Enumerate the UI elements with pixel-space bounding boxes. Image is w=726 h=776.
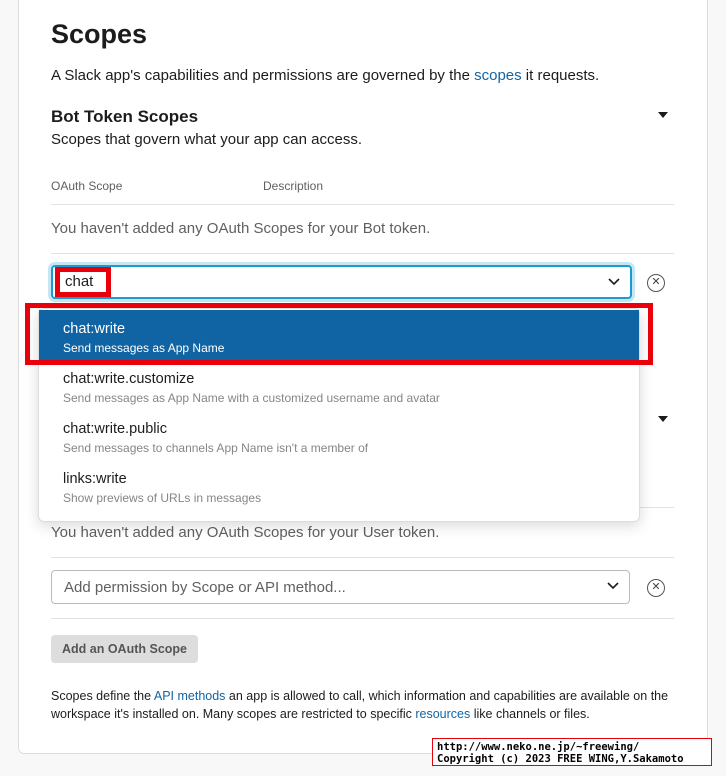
collapse-user-section-icon[interactable]	[658, 416, 668, 422]
remove-scope-icon[interactable]: ✕	[647, 274, 665, 292]
copyright-credit: http://www.neko.ne.jp/~freewing/ Copyrig…	[432, 738, 712, 766]
divider	[51, 557, 674, 558]
credit-url: http://www.neko.ne.jp/~freewing/	[437, 741, 640, 753]
option-description: Send messages to channels App Name isn't…	[63, 441, 369, 455]
intro-suffix: it requests.	[521, 67, 600, 84]
credit-copyright: Copyright (c) 2023 FREE WING,Y.Sakamoto	[437, 753, 684, 765]
dropdown-option[interactable]: chat:write.public Send messages to chann…	[39, 410, 639, 460]
option-name: chat:write.customize	[63, 371, 195, 387]
footer-text-1: Scopes define the	[51, 689, 154, 703]
scopes-footer-note: Scopes define the API methods an app is …	[51, 687, 671, 723]
api-methods-link[interactable]: API methods	[154, 689, 226, 703]
bot-empty-message: You haven't added any OAuth Scopes for y…	[51, 220, 431, 237]
column-header-oauth-scope: OAuth Scope	[51, 179, 123, 193]
search-highlight-box	[55, 267, 111, 297]
dropdown-option[interactable]: chat:write.customize Send messages as Ap…	[39, 360, 639, 410]
option-name: links:write	[63, 471, 127, 487]
scopes-intro: A Slack app's capabilities and permissio…	[51, 66, 599, 86]
option-description: Send messages as App Name with a customi…	[63, 391, 440, 405]
page-title: Scopes	[51, 19, 148, 49]
bot-token-scopes-subtitle: Scopes that govern what your app can acc…	[51, 131, 363, 148]
divider	[51, 618, 674, 619]
scopes-link[interactable]: scopes	[474, 67, 522, 84]
option-name: chat:write.public	[63, 421, 167, 437]
user-scope-select[interactable]: Add permission by Scope or API method...	[51, 570, 630, 604]
intro-prefix: A Slack app's capabilities and permissio…	[51, 67, 475, 84]
divider	[51, 204, 674, 205]
option-description: Show previews of URLs in messages	[63, 491, 262, 505]
column-header-description: Description	[263, 179, 324, 193]
user-empty-message: You haven't added any OAuth Scopes for y…	[51, 524, 440, 541]
footer-text-3: like channels or files.	[470, 707, 590, 721]
collapse-bot-section-icon[interactable]	[658, 112, 668, 118]
add-oauth-scope-button[interactable]: Add an OAuth Scope	[51, 635, 198, 663]
chevron-down-icon[interactable]	[607, 582, 619, 590]
dropdown-option[interactable]: links:write Show previews of URLs in mes…	[39, 460, 639, 510]
divider	[51, 253, 674, 254]
chevron-down-icon[interactable]	[608, 278, 620, 286]
remove-scope-icon[interactable]: ✕	[647, 579, 665, 597]
bot-scope-search-input[interactable]: chat	[51, 265, 632, 299]
resources-link[interactable]: resources	[415, 707, 470, 721]
user-select-placeholder: Add permission by Scope or API method...	[64, 579, 346, 596]
option-highlight-box	[25, 303, 653, 365]
bot-token-scopes-title: Bot Token Scopes	[51, 107, 199, 126]
